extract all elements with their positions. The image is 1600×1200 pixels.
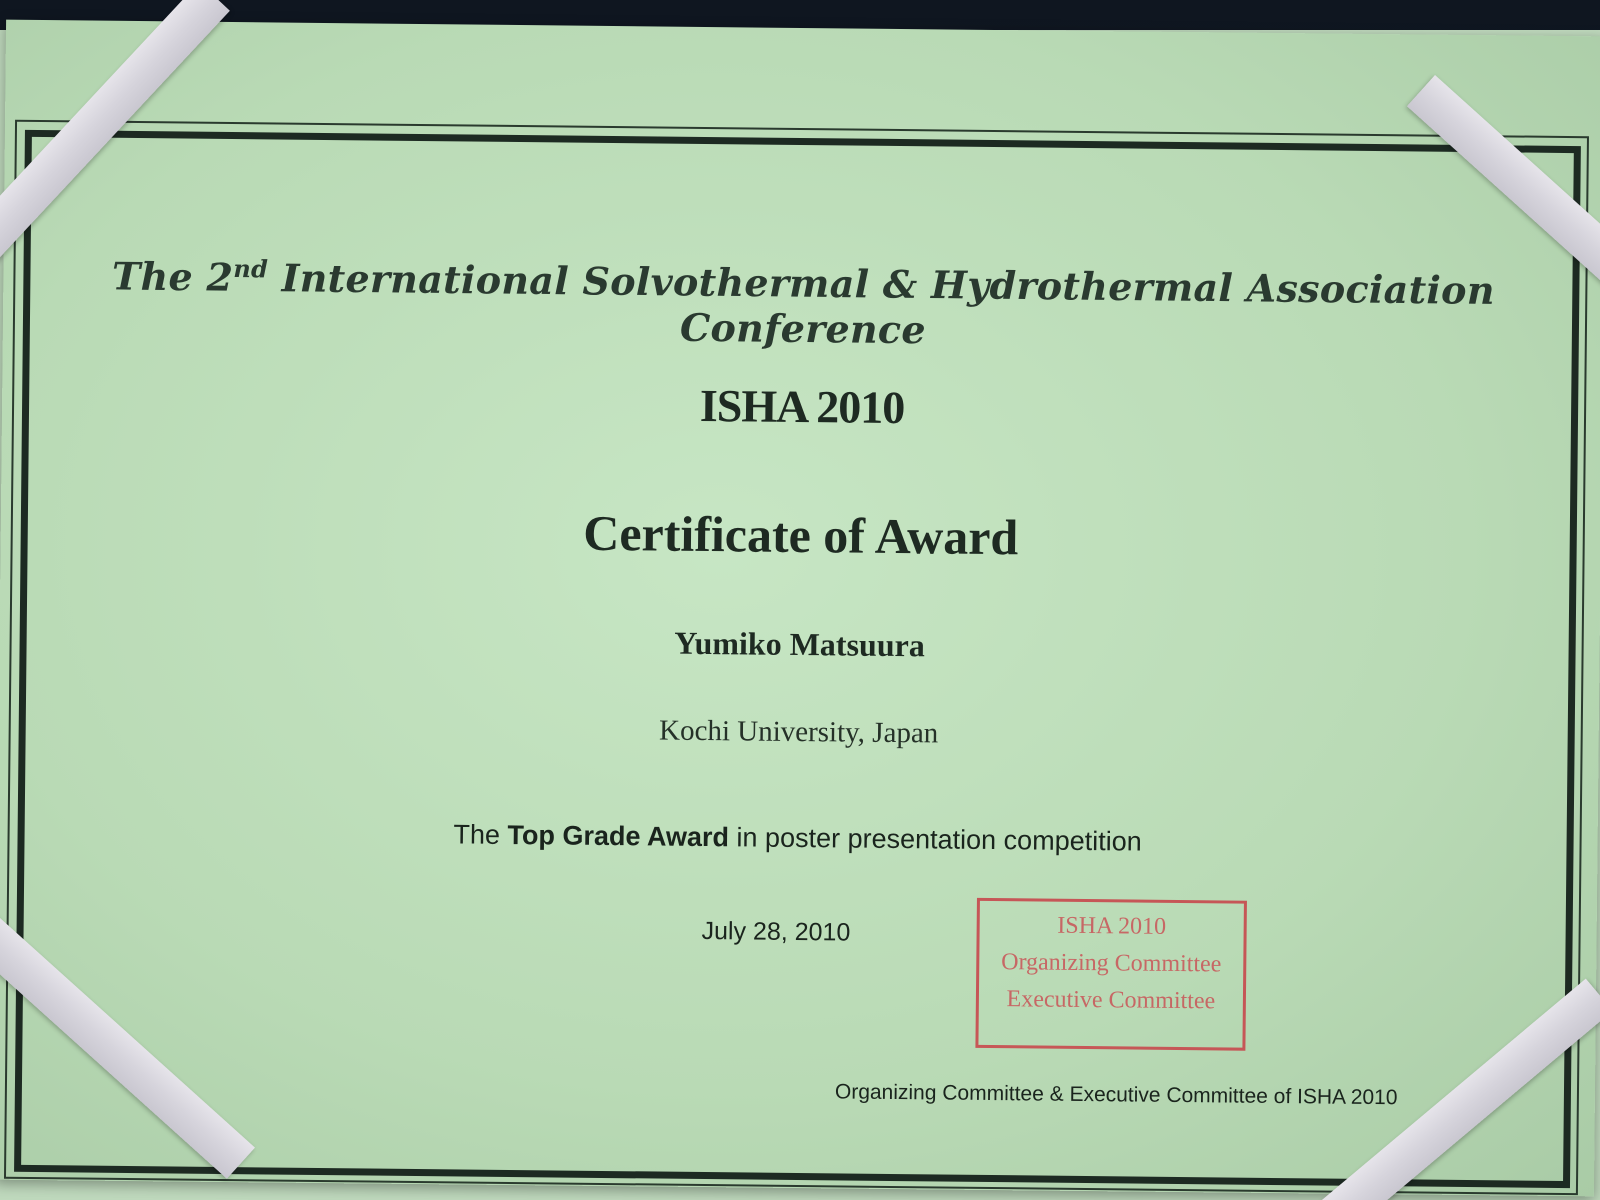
- committee-stamp: ISHA 2010 Organizing Committee Executive…: [975, 897, 1247, 1051]
- conference-title-rest: International Solvothermal & Hydrotherma…: [267, 255, 1496, 352]
- award-date: July 28, 2010: [701, 916, 851, 947]
- conference-title-ordinal: nd: [233, 254, 269, 284]
- stamp-line: ISHA 2010: [1057, 912, 1167, 940]
- certificate-paper: The 2nd International Solvothermal & Hyd…: [0, 19, 1600, 1197]
- photo-scene: The 2nd International Solvothermal & Hyd…: [0, 0, 1600, 1200]
- award-name: Top Grade Award: [507, 819, 730, 853]
- stamp-line: Executive Committee: [1006, 986, 1216, 1015]
- award-suffix: in poster presentation competition: [728, 822, 1142, 857]
- stamp-line: Organizing Committee: [1001, 949, 1222, 978]
- conference-title-prefix: The 2: [111, 253, 234, 300]
- conference-title: The 2nd International Solvothermal & Hyd…: [3, 252, 1600, 359]
- award-prefix: The: [453, 819, 508, 850]
